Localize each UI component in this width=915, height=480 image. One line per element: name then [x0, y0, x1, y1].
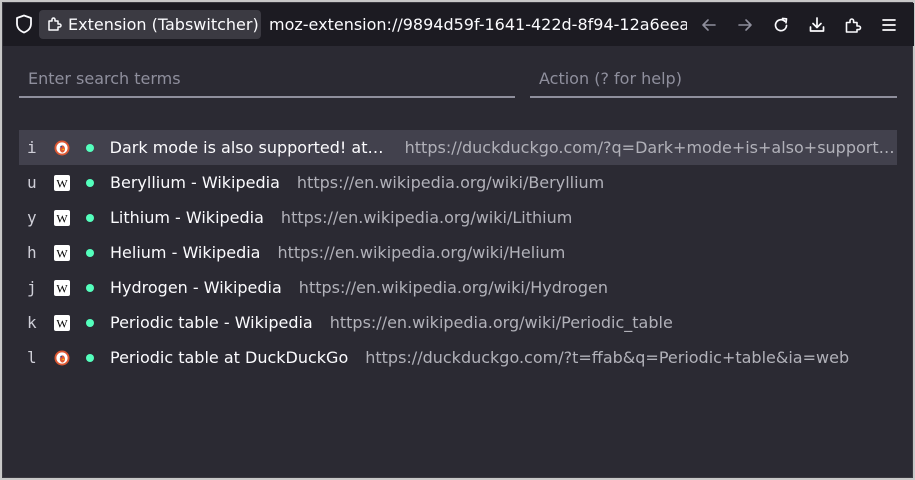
reload-icon[interactable] — [769, 13, 793, 37]
tab-url: https://en.wikipedia.org/wiki/Lithium — [280, 208, 573, 227]
tab-row[interactable]: h W Helium - Wikipedia https://en.wikipe… — [19, 235, 897, 270]
search-input[interactable] — [19, 63, 515, 93]
tab-list: i Dark mode is also supported! at DuckDu… — [19, 130, 897, 375]
tab-url: https://en.wikipedia.org/wiki/Periodic_t… — [329, 313, 673, 332]
status-dot — [85, 143, 94, 152]
tab-title: Hydrogen - Wikipedia — [110, 278, 282, 297]
extension-icon — [47, 15, 63, 35]
url-bar[interactable]: moz-extension://9894d59f-1641-422d-8f94-… — [269, 15, 687, 34]
shortcut-key: h — [27, 243, 37, 262]
svg-text:W: W — [56, 211, 68, 225]
wikipedia-icon: W — [54, 279, 70, 296]
status-dot — [86, 178, 94, 187]
wikipedia-icon: W — [54, 209, 70, 226]
wikipedia-icon: W — [54, 174, 70, 191]
shortcut-key: u — [27, 173, 37, 192]
status-dot — [86, 283, 94, 292]
svg-text:W: W — [56, 246, 68, 260]
wikipedia-icon: W — [54, 314, 70, 331]
tab-title: Helium - Wikipedia — [110, 243, 261, 262]
tab-title: Dark mode is also supported! at DuckDuck… — [109, 138, 388, 157]
tab-row[interactable]: y W Lithium - Wikipedia https://en.wikip… — [19, 200, 897, 235]
identity-box[interactable]: Extension (Tabswitcher) — [39, 10, 261, 39]
tab-url: https://duckduckgo.com/?q=Dark+mode+is+a… — [404, 138, 897, 157]
status-dot — [86, 318, 94, 327]
forward-icon[interactable] — [733, 13, 757, 37]
status-dot — [86, 353, 94, 362]
tab-title: Periodic table at DuckDuckGo — [110, 348, 349, 367]
search-field — [19, 63, 515, 98]
shortcut-key: y — [27, 208, 37, 227]
svg-text:W: W — [56, 176, 68, 190]
extensions-icon[interactable] — [841, 13, 865, 37]
tab-row[interactable]: k W Periodic table - Wikipedia https://e… — [19, 305, 897, 340]
status-dot — [86, 248, 94, 257]
back-icon[interactable] — [697, 13, 721, 37]
svg-text:W: W — [56, 316, 68, 330]
tab-title: Lithium - Wikipedia — [110, 208, 264, 227]
shortcut-key: k — [27, 313, 37, 332]
tab-row[interactable]: u W Beryllium - Wikipedia https://en.wik… — [19, 165, 897, 200]
browser-toolbar: Extension (Tabswitcher) moz-extension://… — [3, 3, 914, 46]
tab-url: https://en.wikipedia.org/wiki/Beryllium — [296, 173, 605, 192]
identity-label: Extension (Tabswitcher) — [68, 15, 259, 34]
action-input[interactable] — [530, 63, 897, 93]
svg-text:W: W — [56, 281, 68, 295]
browser-window: Extension (Tabswitcher) moz-extension://… — [2, 2, 914, 478]
shortcut-key: j — [27, 278, 37, 297]
tab-url: https://en.wikipedia.org/wiki/Hydrogen — [298, 278, 609, 297]
shield-icon[interactable] — [15, 14, 33, 34]
status-dot — [86, 213, 94, 222]
duckduckgo-icon — [54, 140, 70, 156]
tab-row[interactable]: j W Hydrogen - Wikipedia https://en.wiki… — [19, 270, 897, 305]
tab-row[interactable]: i Dark mode is also supported! at DuckDu… — [19, 130, 897, 165]
tab-url: https://en.wikipedia.org/wiki/Helium — [277, 243, 566, 262]
menu-icon[interactable] — [877, 13, 901, 37]
shortcut-key: l — [27, 348, 37, 367]
action-field — [530, 63, 897, 98]
tab-title: Periodic table - Wikipedia — [110, 313, 313, 332]
shortcut-key: i — [27, 138, 37, 157]
downloads-icon[interactable] — [805, 13, 829, 37]
duckduckgo-icon — [54, 350, 70, 366]
tab-url: https://duckduckgo.com/?t=ffab&q=Periodi… — [365, 348, 850, 367]
wikipedia-icon: W — [54, 244, 70, 261]
tab-title: Beryllium - Wikipedia — [110, 173, 280, 192]
tab-row[interactable]: l Periodic table at DuckDuckGo https://d… — [19, 340, 897, 375]
